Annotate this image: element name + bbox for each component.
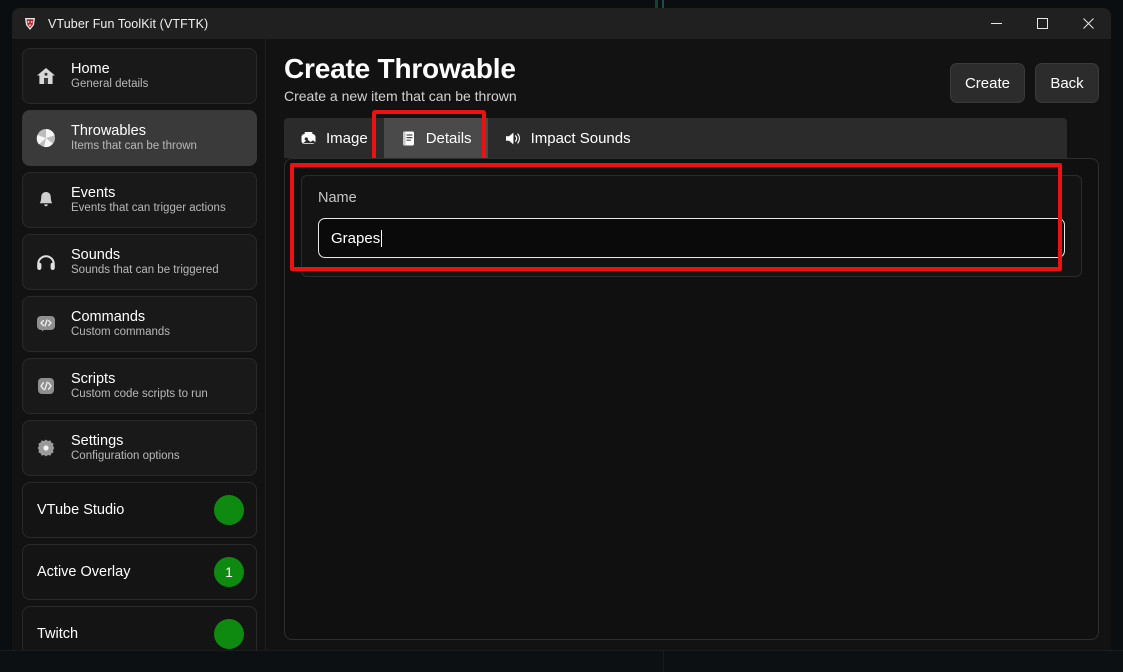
tab-label: Details [426,130,472,147]
sidebar-item-subtitle: Custom code scripts to run [71,388,208,401]
status-badge [214,619,244,649]
details-icon [400,130,417,147]
bell-icon [33,187,59,213]
sidebar-item-sounds[interactable]: Sounds Sounds that can be triggered [22,234,257,290]
create-button[interactable]: Create [950,63,1025,103]
code-icon [33,311,59,337]
sidebar-item-throwables[interactable]: Throwables Items that can be thrown [22,110,257,166]
status-badge [214,495,244,525]
desktop-divider [663,650,664,672]
code-icon [33,373,59,399]
text-cursor [381,230,382,247]
sidebar-item-title: Commands [71,309,170,326]
sidebar-item-subtitle: General details [71,78,148,91]
tab-image[interactable]: Image [284,118,384,158]
name-field-label: Name [318,190,1065,206]
minimize-icon[interactable] [973,8,1019,39]
tab-bar: Image Details [284,118,1067,158]
tab-label: Image [326,130,368,147]
tabs-container: Image Details [284,118,1099,158]
status-item-vtube-studio[interactable]: VTube Studio [22,482,257,538]
sidebar-item-home[interactable]: Home General details [22,48,257,104]
page-title: Create Throwable [284,53,517,84]
sidebar-item-title: Scripts [71,371,208,388]
sidebar-item-subtitle: Events that can trigger actions [71,202,226,215]
name-input-value: Grapes [331,230,380,247]
sidebar-item-subtitle: Items that can be thrown [71,140,197,153]
home-icon [33,63,59,89]
window-controls [973,8,1111,39]
app-window: VTuber Fun ToolKit (VTFTK) Home G [12,8,1111,650]
vtftk-logo-icon [22,16,38,32]
status-item-active-overlay[interactable]: Active Overlay 1 [22,544,257,600]
close-icon[interactable] [1065,8,1111,39]
status-badge: 1 [214,557,244,587]
image-icon [300,130,317,147]
maximize-icon[interactable] [1019,8,1065,39]
tab-impact-sounds[interactable]: Impact Sounds [488,118,647,158]
headphones-icon [33,249,59,275]
sidebar-item-title: Settings [71,433,180,450]
title-bar[interactable]: VTuber Fun ToolKit (VTFTK) [12,8,1111,39]
sidebar-item-commands[interactable]: Commands Custom commands [22,296,257,352]
sidebar-item-subtitle: Configuration options [71,450,180,463]
ball-icon [33,125,59,151]
tab-label: Impact Sounds [531,130,631,147]
back-button[interactable]: Back [1035,63,1099,103]
header-actions: Create Back [950,53,1099,103]
status-label: Twitch [37,626,78,642]
status-label: VTube Studio [37,502,124,518]
gear-icon [33,435,59,461]
sidebar: Home General details Throwables Items th… [12,39,266,650]
sidebar-item-title: Throwables [71,123,197,140]
sidebar-item-title: Home [71,61,148,78]
name-form-card: Name Grapes [301,175,1082,277]
status-label: Active Overlay [37,564,130,580]
sidebar-item-settings[interactable]: Settings Configuration options [22,420,257,476]
content-panel: Name Grapes [284,158,1099,640]
sidebar-item-subtitle: Custom commands [71,326,170,339]
sidebar-item-scripts[interactable]: Scripts Custom code scripts to run [22,358,257,414]
tab-details[interactable]: Details [384,118,488,158]
page-header: Create Throwable Create a new item that … [284,53,1099,104]
sidebar-item-events[interactable]: Events Events that can trigger actions [22,172,257,228]
status-item-twitch[interactable]: Twitch [22,606,257,650]
sidebar-item-title: Sounds [71,247,219,264]
name-input[interactable]: Grapes [318,218,1065,258]
speaker-icon [504,130,522,147]
app-body: Home General details Throwables Items th… [12,39,1111,650]
main-content: Create Throwable Create a new item that … [266,39,1111,650]
sidebar-item-subtitle: Sounds that can be triggered [71,264,219,277]
page-subtitle: Create a new item that can be thrown [284,88,517,104]
desktop-taskbar-edge [0,650,1123,672]
sidebar-item-title: Events [71,185,226,202]
window-title: VTuber Fun ToolKit (VTFTK) [48,17,208,31]
